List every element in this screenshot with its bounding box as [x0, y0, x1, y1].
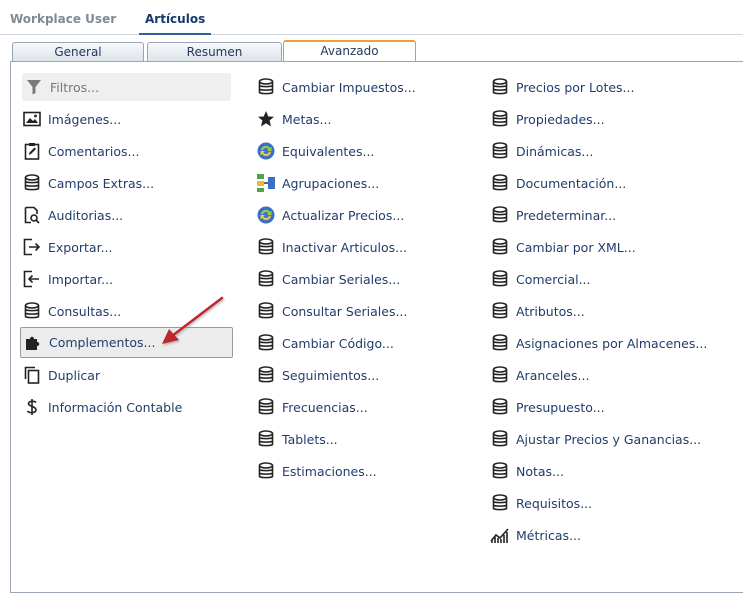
menu-item-duplicar[interactable]: Duplicar — [22, 364, 100, 386]
grouping-icon — [256, 173, 276, 193]
menu-item-inactivar-articulos[interactable]: Inactivar Articulos... — [256, 236, 407, 258]
database-icon — [490, 109, 510, 129]
database-icon — [490, 397, 510, 417]
menu-item-consultar-seriales[interactable]: Consultar Seriales... — [256, 300, 407, 322]
menu-item-exportar[interactable]: Exportar... — [22, 236, 113, 258]
menu-item-atributos[interactable]: Atributos... — [490, 300, 585, 322]
database-icon — [256, 269, 276, 289]
menu-item-ajustar-precios-y-ganancias[interactable]: Ajustar Precios y Ganancias... — [490, 428, 701, 450]
database-icon — [490, 269, 510, 289]
tab-articulos[interactable]: Artículos — [138, 12, 212, 35]
database-icon — [490, 461, 510, 481]
menu-item-dinamicas[interactable]: Dinámicas... — [490, 140, 593, 162]
menu-item-importar[interactable]: Importar... — [22, 268, 113, 290]
menu-item-documentacion[interactable]: Documentación... — [490, 172, 626, 194]
filter-placeholder: Filtros... — [50, 79, 100, 95]
database-icon — [256, 237, 276, 257]
clipboard-edit-icon — [22, 141, 42, 161]
menu-item-comercial[interactable]: Comercial... — [490, 268, 591, 290]
menu-item-cambiar-por-xml[interactable]: Cambiar por XML... — [490, 236, 636, 258]
menu-item-cambiar-codigo[interactable]: Cambiar Código... — [256, 332, 394, 354]
database-icon — [256, 77, 276, 97]
sync-icon — [256, 205, 276, 225]
menu-item-equivalentes[interactable]: Equivalentes... — [256, 140, 374, 162]
menu-item-frecuencias[interactable]: Frecuencias... — [256, 396, 368, 418]
chart-line-icon — [490, 525, 510, 545]
menu-item-presupuesto[interactable]: Presupuesto... — [490, 396, 605, 418]
menu-item-requisitos[interactable]: Requisitos... — [490, 492, 592, 514]
database-icon — [490, 429, 510, 449]
star-icon — [256, 109, 276, 129]
menu-item-aranceles[interactable]: Aranceles... — [490, 364, 589, 386]
database-icon — [490, 141, 510, 161]
database-icon — [490, 205, 510, 225]
menu-item-auditorias[interactable]: Auditorias... — [22, 204, 123, 226]
file-search-icon — [22, 205, 42, 225]
filter-input[interactable]: Filtros... — [22, 73, 231, 101]
tab-general[interactable]: General — [12, 42, 144, 62]
menu-item-propiedades[interactable]: Propiedades... — [490, 108, 605, 130]
top-tab-bar: Workplace User Artículos — [0, 0, 743, 35]
menu-item-metas[interactable]: Metas... — [256, 108, 331, 130]
menu-item-informacion-contable[interactable]: Información Contable — [22, 396, 182, 418]
menu-item-tablets[interactable]: Tablets... — [256, 428, 338, 450]
database-icon — [490, 301, 510, 321]
menu-item-cambiar-seriales[interactable]: Cambiar Seriales... — [256, 268, 400, 290]
inner-tab-bar: General Resumen Avanzado — [10, 40, 743, 63]
database-icon — [490, 237, 510, 257]
copy-icon — [22, 365, 42, 385]
database-icon — [256, 461, 276, 481]
database-icon — [22, 301, 42, 321]
menu-item-agrupaciones[interactable]: Agrupaciones... — [256, 172, 379, 194]
export-icon — [22, 237, 42, 257]
database-icon — [490, 77, 510, 97]
menu-item-consultas[interactable]: Consultas... — [22, 300, 121, 322]
database-icon — [256, 397, 276, 417]
menu-item-precios-por-lotes[interactable]: Precios por Lotes... — [490, 76, 634, 98]
puzzle-icon — [23, 333, 43, 353]
tab-workplace-user[interactable]: Workplace User — [10, 12, 116, 26]
database-icon — [490, 173, 510, 193]
annotation-arrow — [162, 296, 224, 344]
database-icon — [256, 365, 276, 385]
database-icon — [490, 333, 510, 353]
sync-icon — [256, 141, 276, 161]
menu-item-actualizar-precios[interactable]: Actualizar Precios... — [256, 204, 404, 226]
database-icon — [490, 493, 510, 513]
menu-item-asignaciones-por-almacenes[interactable]: Asignaciones por Almacenes... — [490, 332, 707, 354]
dollar-icon — [22, 397, 42, 417]
database-icon — [256, 301, 276, 321]
menu-item-notas[interactable]: Notas... — [490, 460, 564, 482]
menu-item-predeterminar[interactable]: Predeterminar... — [490, 204, 616, 226]
menu-item-comentarios[interactable]: Comentarios... — [22, 140, 139, 162]
menu-item-cambiar-impuestos[interactable]: Cambiar Impuestos... — [256, 76, 416, 98]
database-icon — [490, 365, 510, 385]
image-icon — [22, 109, 42, 129]
menu-item-metricas[interactable]: Métricas... — [490, 524, 581, 546]
database-icon — [22, 173, 42, 193]
menu-item-estimaciones[interactable]: Estimaciones... — [256, 460, 377, 482]
database-icon — [256, 333, 276, 353]
menu-item-imagenes[interactable]: Imágenes... — [22, 108, 121, 130]
tab-resumen[interactable]: Resumen — [147, 42, 282, 62]
import-icon — [22, 269, 42, 289]
menu-item-campos-extras[interactable]: Campos Extras... — [22, 172, 154, 194]
menu-item-seguimientos[interactable]: Seguimientos... — [256, 364, 379, 386]
database-icon — [256, 429, 276, 449]
tab-avanzado[interactable]: Avanzado — [283, 40, 416, 63]
filter-icon — [24, 77, 44, 97]
